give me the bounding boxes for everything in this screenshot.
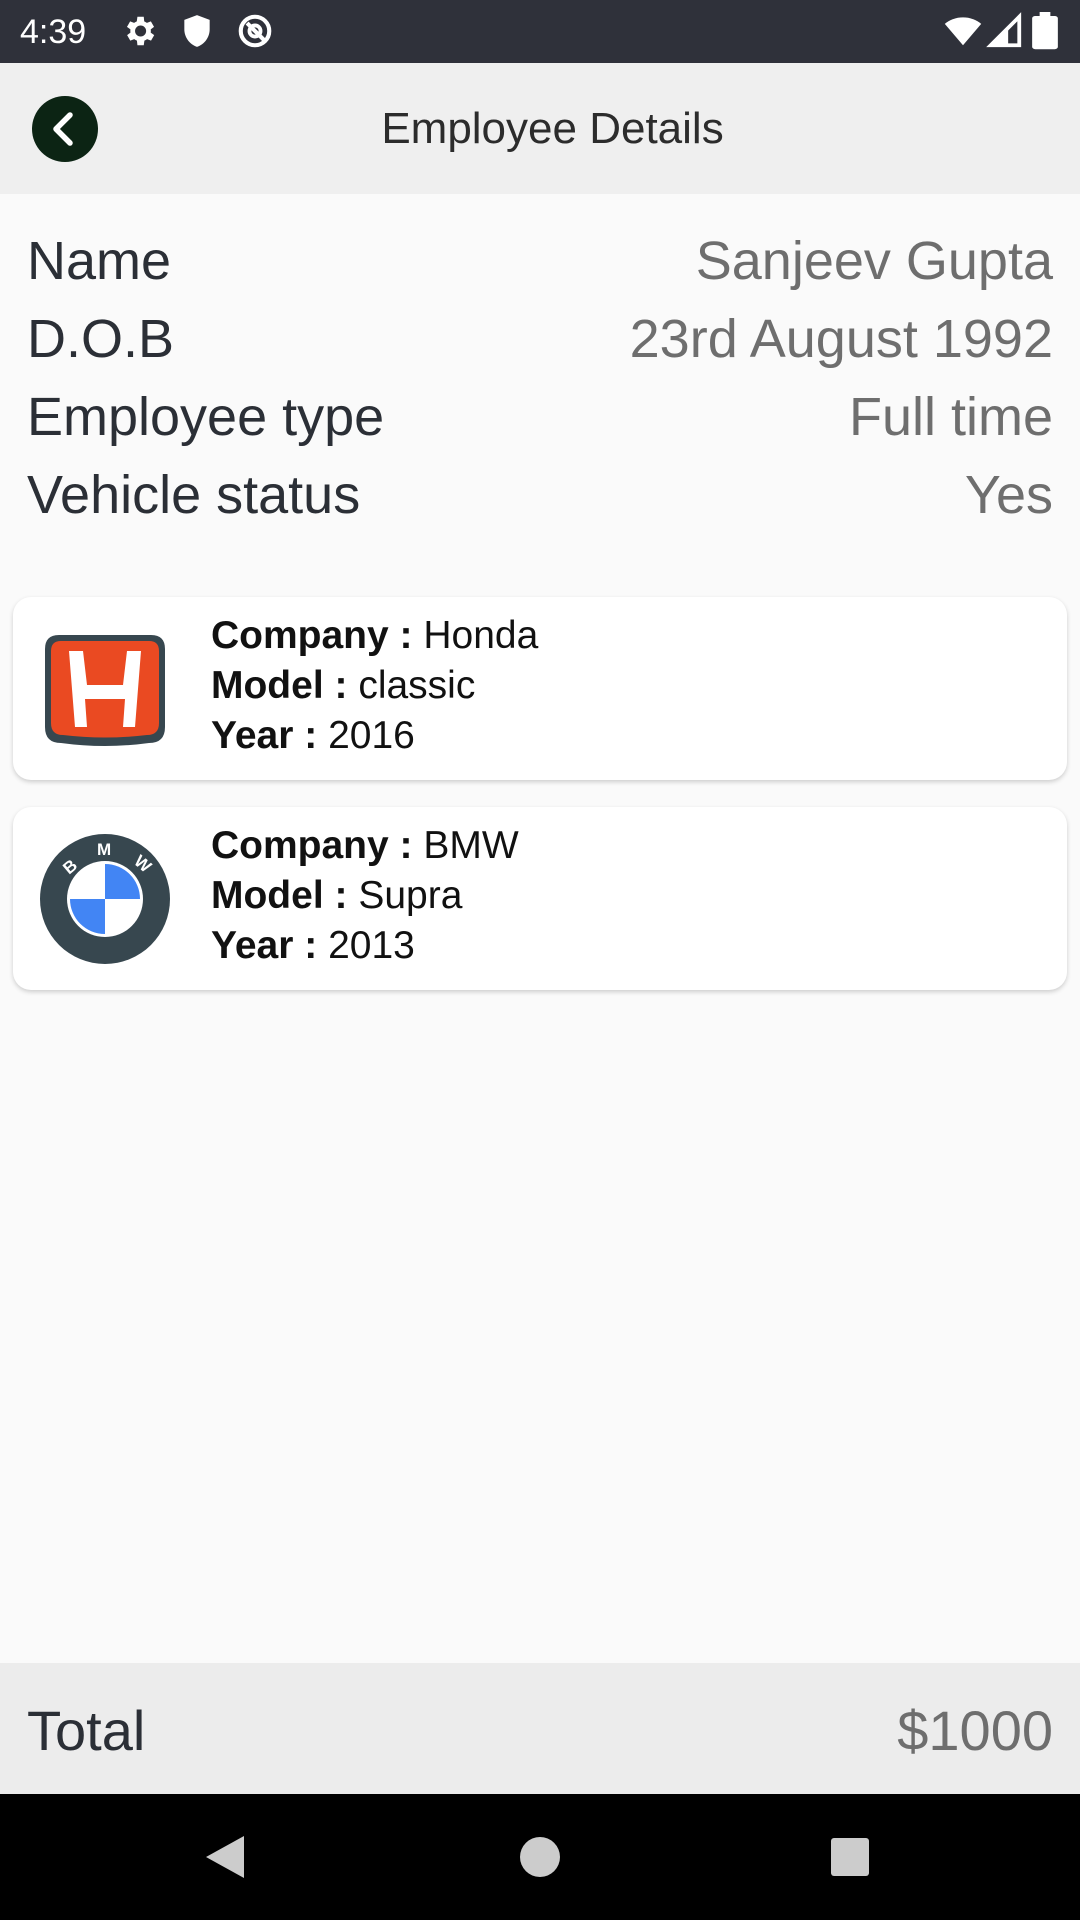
year-value: 2013 bbox=[328, 924, 415, 967]
vehicle-list: Company : Honda Model : classic Year : 2… bbox=[13, 597, 1067, 1017]
vehicle-info: Company : Honda Model : classic Year : 2… bbox=[211, 611, 538, 761]
company-line: Company : BMW bbox=[211, 821, 519, 871]
detail-label: D.O.B bbox=[27, 309, 175, 369]
vehicle-info: Company : BMW Model : Supra Year : 2013 bbox=[211, 821, 519, 971]
status-time: 4:39 bbox=[20, 13, 87, 51]
model-line: Model : Supra bbox=[211, 871, 519, 921]
company-value: BMW bbox=[423, 824, 519, 867]
status-bar: 4:39 bbox=[0, 0, 1080, 63]
shield-icon bbox=[178, 12, 216, 50]
year-line: Year : 2013 bbox=[211, 921, 519, 971]
total-value: $1000 bbox=[897, 1699, 1053, 1762]
model-value: classic bbox=[358, 664, 476, 707]
home-circle-icon bbox=[520, 1837, 560, 1877]
year-line: Year : 2016 bbox=[211, 711, 538, 761]
detail-row-employee-type: Employee type Full time bbox=[27, 378, 1053, 456]
year-value: 2016 bbox=[328, 714, 415, 757]
year-key: Year : bbox=[211, 714, 318, 757]
back-triangle-icon bbox=[206, 1836, 244, 1878]
total-label: Total bbox=[27, 1699, 146, 1762]
settings-gear-icon bbox=[120, 12, 158, 50]
total-bar: Total $1000 bbox=[0, 1663, 1080, 1794]
detail-label: Vehicle status bbox=[27, 465, 361, 525]
company-value: Honda bbox=[423, 614, 539, 657]
employee-details: Name Sanjeev Gupta D.O.B 23rd August 199… bbox=[27, 222, 1053, 534]
wifi-icon bbox=[944, 12, 982, 50]
page-title: Employee Details bbox=[381, 104, 724, 153]
vpn-circle-icon bbox=[236, 12, 274, 50]
nav-home-button[interactable] bbox=[507, 1824, 573, 1890]
detail-row-name: Name Sanjeev Gupta bbox=[27, 222, 1053, 300]
navigation-bar bbox=[0, 1794, 1080, 1920]
detail-value: Full time bbox=[848, 387, 1053, 447]
cell-signal-icon bbox=[986, 12, 1024, 50]
company-key: Company : bbox=[211, 824, 413, 867]
detail-value: Yes bbox=[964, 465, 1053, 525]
model-value: Supra bbox=[358, 874, 463, 917]
nav-recents-button[interactable] bbox=[817, 1824, 883, 1890]
model-key: Model : bbox=[211, 874, 348, 917]
detail-label: Employee type bbox=[27, 387, 385, 447]
model-line: Model : classic bbox=[211, 661, 538, 711]
company-line: Company : Honda bbox=[211, 611, 538, 661]
detail-value: Sanjeev Gupta bbox=[695, 231, 1053, 291]
detail-row-dob: D.O.B 23rd August 1992 bbox=[27, 300, 1053, 378]
company-key: Company : bbox=[211, 614, 413, 657]
screen: 4:39 Employee Details Name Sanjeev Gupta… bbox=[0, 0, 1080, 1920]
vehicle-card-bmw[interactable]: B M W Company : BMW Model : Supra Year :… bbox=[13, 807, 1067, 990]
detail-label: Name bbox=[27, 231, 172, 291]
year-key: Year : bbox=[211, 924, 318, 967]
honda-logo bbox=[39, 623, 171, 755]
model-key: Model : bbox=[211, 664, 348, 707]
recents-square-icon bbox=[831, 1838, 869, 1876]
detail-value: 23rd August 1992 bbox=[629, 309, 1053, 369]
vehicle-card-honda[interactable]: Company : Honda Model : classic Year : 2… bbox=[13, 597, 1067, 780]
bmw-logo: B M W bbox=[39, 833, 171, 965]
svg-text:M: M bbox=[97, 840, 111, 859]
battery-icon bbox=[1030, 12, 1060, 50]
nav-back-button[interactable] bbox=[192, 1824, 258, 1890]
app-bar: Employee Details bbox=[0, 63, 1080, 194]
detail-row-vehicle-status: Vehicle status Yes bbox=[27, 456, 1053, 534]
